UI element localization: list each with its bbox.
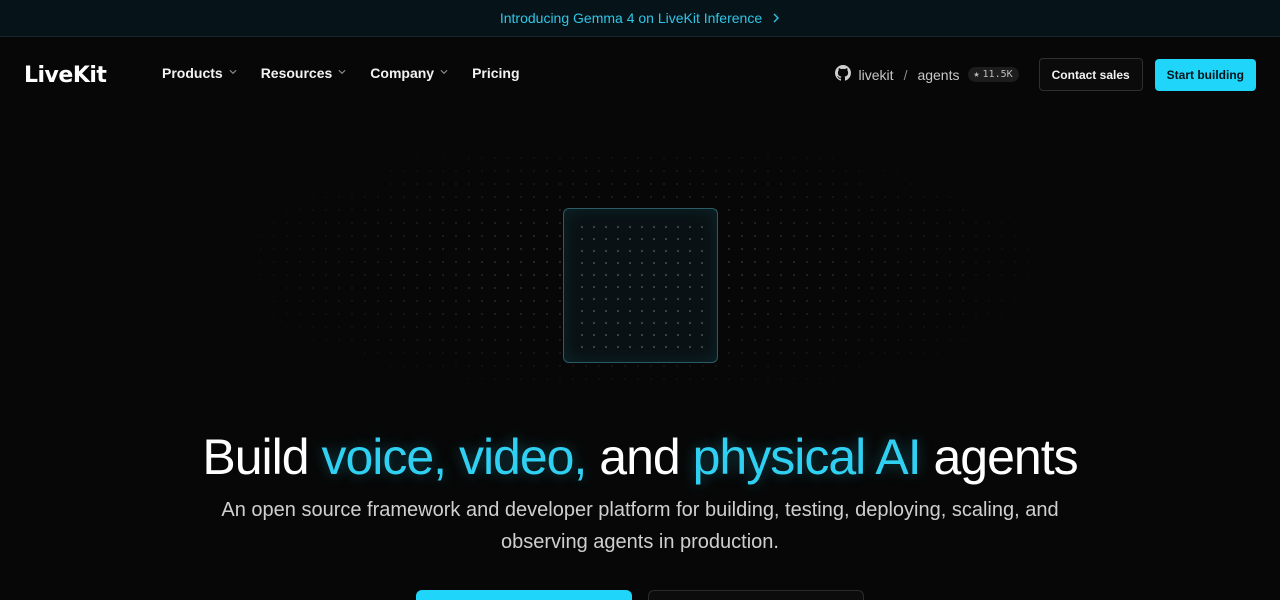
hero-subhead: An open source framework and developer p… [221, 499, 1059, 553]
hero-cta-row [0, 590, 1280, 600]
hero-primary-cta[interactable] [416, 590, 632, 600]
contact-sales-button[interactable]: Contact sales [1038, 58, 1143, 91]
start-building-button[interactable]: Start building [1154, 58, 1256, 91]
chevron-right-icon [772, 13, 780, 23]
nav-item-products[interactable]: Products [162, 65, 237, 81]
top-nav: LiveKit Products Resources Company Prici… [0, 37, 1280, 114]
box-dot-grid [580, 225, 704, 349]
nav-item-company[interactable]: Company [370, 65, 448, 81]
github-separator: / [903, 66, 908, 83]
announcement-link[interactable]: Introducing Gemma 4 on LiveKit Inference [500, 10, 780, 26]
nav-actions: livekit / agents ★ 11.5K Contact sales S… [834, 58, 1256, 91]
github-repo: agents [917, 66, 960, 83]
nav-item-label: Pricing [472, 65, 520, 81]
agent-preview-box [563, 208, 718, 363]
chevron-down-icon [229, 69, 237, 77]
chevron-down-icon [440, 69, 448, 77]
announcement-text: Introducing Gemma 4 on LiveKit Inference [499, 10, 763, 26]
logo-text: LiveKit [24, 62, 107, 88]
nav-item-label: Company [370, 65, 435, 81]
headline-accent-2: physical AI [692, 429, 922, 485]
headline-part-1: Build [202, 429, 322, 485]
star-count-badge: ★ 11.5K [967, 67, 1019, 82]
chevron-down-icon [338, 69, 346, 77]
hero-headline: Build voice, video, and physical AI agen… [0, 428, 1280, 486]
star-count: 11.5K [982, 69, 1013, 80]
headline-part-3: agents [920, 429, 1079, 485]
headline-accent-1: voice, video, [321, 429, 587, 485]
headline-part-2: and [586, 429, 693, 485]
nav-item-pricing[interactable]: Pricing [472, 65, 519, 81]
livekit-logo[interactable]: LiveKit [24, 62, 107, 88]
github-repo-link[interactable]: livekit / agents ★ 11.5K [834, 65, 1019, 84]
github-icon [834, 65, 851, 84]
hero-secondary-cta[interactable] [648, 590, 864, 600]
announcement-bar: Introducing Gemma 4 on LiveKit Inference [0, 0, 1280, 37]
nav-item-label: Products [162, 65, 223, 81]
star-icon: ★ [973, 69, 980, 80]
github-org: livekit [858, 66, 894, 83]
nav-item-label: Resources [260, 65, 333, 81]
nav-menu: Products Resources Company Pricing [162, 65, 520, 81]
nav-item-resources[interactable]: Resources [261, 65, 347, 81]
